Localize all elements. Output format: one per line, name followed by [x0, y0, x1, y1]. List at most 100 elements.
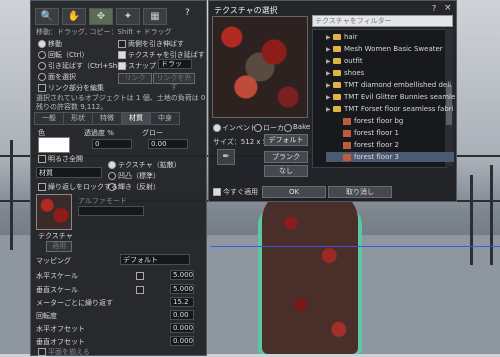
tree-folder-item[interactable]: ▶ TMT Evil Glitter Bunnies seamle	[326, 92, 455, 103]
folder-icon	[333, 82, 341, 88]
edit-linked-label: リンク部分を編集	[48, 84, 104, 92]
expand-arrow-icon[interactable]: ▶	[326, 81, 333, 91]
select-face-radio[interactable]	[38, 73, 46, 81]
tree-texture-item[interactable]: forest floor 1	[326, 128, 454, 138]
texture-icon	[343, 117, 351, 125]
snap-dropdown[interactable]: ドラッ	[158, 59, 192, 69]
v-scale-flip-checkbox[interactable]	[136, 286, 144, 294]
tab-general[interactable]: 一般	[34, 112, 64, 125]
bake-radio[interactable]	[284, 124, 292, 132]
folder-icon	[333, 34, 341, 40]
none-button[interactable]: なし	[264, 165, 308, 177]
lock-repeat-checkbox[interactable]	[38, 183, 46, 191]
texture-icon	[343, 129, 351, 137]
move-tool-icon[interactable]: ✥	[89, 8, 113, 25]
picker-title: テクスチャの選択	[214, 6, 278, 15]
bumpy-radio[interactable]	[108, 172, 116, 180]
apply-button[interactable]: 適用	[46, 241, 72, 252]
transparency-label: 透過度 %	[84, 129, 114, 137]
create-tool-icon[interactable]: ✦	[116, 8, 140, 25]
alpha-mode-label: アルファモード	[78, 197, 127, 205]
tool-hint: 移動：ドラッグ, コピー：Shift + ドラッグ	[36, 28, 172, 36]
inventory-radio[interactable]	[213, 124, 221, 132]
link-button[interactable]: リンク	[118, 73, 152, 84]
stretch-both-checkbox[interactable]	[118, 40, 126, 48]
tab-features[interactable]: 特徴	[92, 112, 122, 125]
alpha-mode-dropdown[interactable]	[78, 206, 144, 216]
stretch-textures-checkbox[interactable]	[118, 51, 126, 59]
expand-arrow-icon[interactable]: ▶	[326, 105, 333, 115]
glow-field[interactable]: 0.00	[148, 139, 188, 149]
default-button[interactable]: デフォルト	[264, 134, 308, 146]
tab-content[interactable]: 中身	[150, 112, 180, 125]
mapping-dropdown[interactable]: デフォルト	[120, 254, 190, 265]
v-scale-field[interactable]: 5.000	[170, 284, 194, 294]
help-icon[interactable]: ?	[432, 4, 436, 13]
help-icon[interactable]: ?	[185, 8, 190, 18]
tree-folder-item[interactable]: ▶ Mesh Women Basic Sweater	[326, 44, 444, 54]
folder-icon	[333, 106, 341, 112]
local-radio[interactable]	[254, 124, 262, 132]
h-offset-label: 水平オフセット	[36, 325, 85, 333]
h-scale-field[interactable]: 5.000	[170, 270, 194, 280]
tree-item-label: forest floor 3	[354, 153, 399, 161]
h-scale-flip-checkbox[interactable]	[136, 272, 144, 280]
snap-checkbox[interactable]	[118, 62, 126, 70]
tree-item-label: forest floor 1	[354, 129, 399, 137]
tree-texture-item[interactable]: forest floor bg	[326, 116, 454, 126]
v-offset-label: 垂直オフセット	[36, 338, 85, 346]
texture-filter-input[interactable]: テクスチャをフィルター	[312, 15, 453, 27]
edit-linked-checkbox[interactable]	[38, 84, 46, 92]
expand-arrow-icon[interactable]: ▶	[326, 33, 333, 43]
bumpy-label: 凹凸（標準）	[118, 172, 160, 180]
ok-button[interactable]: OK	[262, 186, 326, 198]
tree-folder-item[interactable]: ▶ TMT diamond embellished deli	[326, 80, 451, 91]
bake-label: Bake	[293, 123, 311, 131]
move-radio[interactable]	[38, 40, 46, 48]
v-offset-field[interactable]: 0.000	[170, 336, 194, 346]
folder-icon	[333, 46, 341, 52]
hand-tool-icon[interactable]: ✋	[62, 8, 86, 25]
tree-folder-item[interactable]: ▶ TMT Forset floor seamless fabri	[326, 104, 454, 115]
expand-arrow-icon[interactable]: ▶	[326, 69, 333, 79]
tree-texture-item[interactable]: forest floor 3	[326, 152, 454, 162]
tree-folder-item[interactable]: ▶ hair	[326, 32, 444, 42]
apply-now-checkbox[interactable]	[213, 188, 221, 196]
tree-item-label: hair	[344, 33, 358, 41]
tree-texture-item[interactable]: forest floor 2	[326, 140, 454, 150]
material-dropdown[interactable]: 材質	[36, 167, 102, 178]
shiny-label: 輝き（反射）	[118, 183, 160, 191]
rotate-radio[interactable]	[38, 51, 46, 59]
tree-folder-item[interactable]: ▶ outfit	[326, 56, 444, 66]
tree-item-label: forest floor 2	[354, 141, 399, 149]
color-swatch[interactable]	[38, 137, 70, 153]
tree-folder-item[interactable]: ▶ shoes	[326, 68, 444, 78]
close-icon[interactable]: ×	[444, 3, 452, 13]
blank-button[interactable]: ブランク	[264, 151, 308, 163]
land-tool-icon[interactable]: ▦	[143, 8, 167, 25]
h-offset-field[interactable]: 0.000	[170, 323, 194, 333]
align-planar-checkbox[interactable]	[38, 348, 46, 356]
expand-arrow-icon[interactable]: ▶	[326, 93, 333, 103]
rotation-field[interactable]: 0.00	[170, 310, 194, 320]
focus-tool-icon[interactable]: 🔍	[35, 8, 59, 25]
transparency-field[interactable]: 0	[92, 139, 132, 149]
tab-texture[interactable]: 材質	[121, 112, 151, 125]
tab-object[interactable]: 形状	[63, 112, 93, 125]
texture-diffuse-radio[interactable]	[108, 161, 116, 169]
texture-preview	[212, 16, 308, 118]
cancel-button[interactable]: 取り消し	[328, 186, 392, 198]
blue-axis-line	[210, 246, 500, 247]
expand-arrow-icon[interactable]: ▶	[326, 45, 333, 55]
folder-icon	[333, 70, 341, 76]
eyedropper-icon[interactable]: ✒	[217, 149, 235, 165]
stretch-radio[interactable]	[38, 62, 46, 70]
avatar-textured-dress[interactable]	[262, 190, 358, 354]
filter-placeholder: テクスチャをフィルター	[315, 17, 392, 25]
texture-swatch[interactable]	[36, 194, 72, 230]
unlink-button[interactable]: リンクを外す	[153, 73, 195, 91]
fullbright-checkbox[interactable]	[38, 155, 46, 163]
expand-arrow-icon[interactable]: ▶	[326, 57, 333, 67]
folder-icon	[333, 58, 341, 64]
repeats-field[interactable]: 15.2	[170, 297, 194, 307]
